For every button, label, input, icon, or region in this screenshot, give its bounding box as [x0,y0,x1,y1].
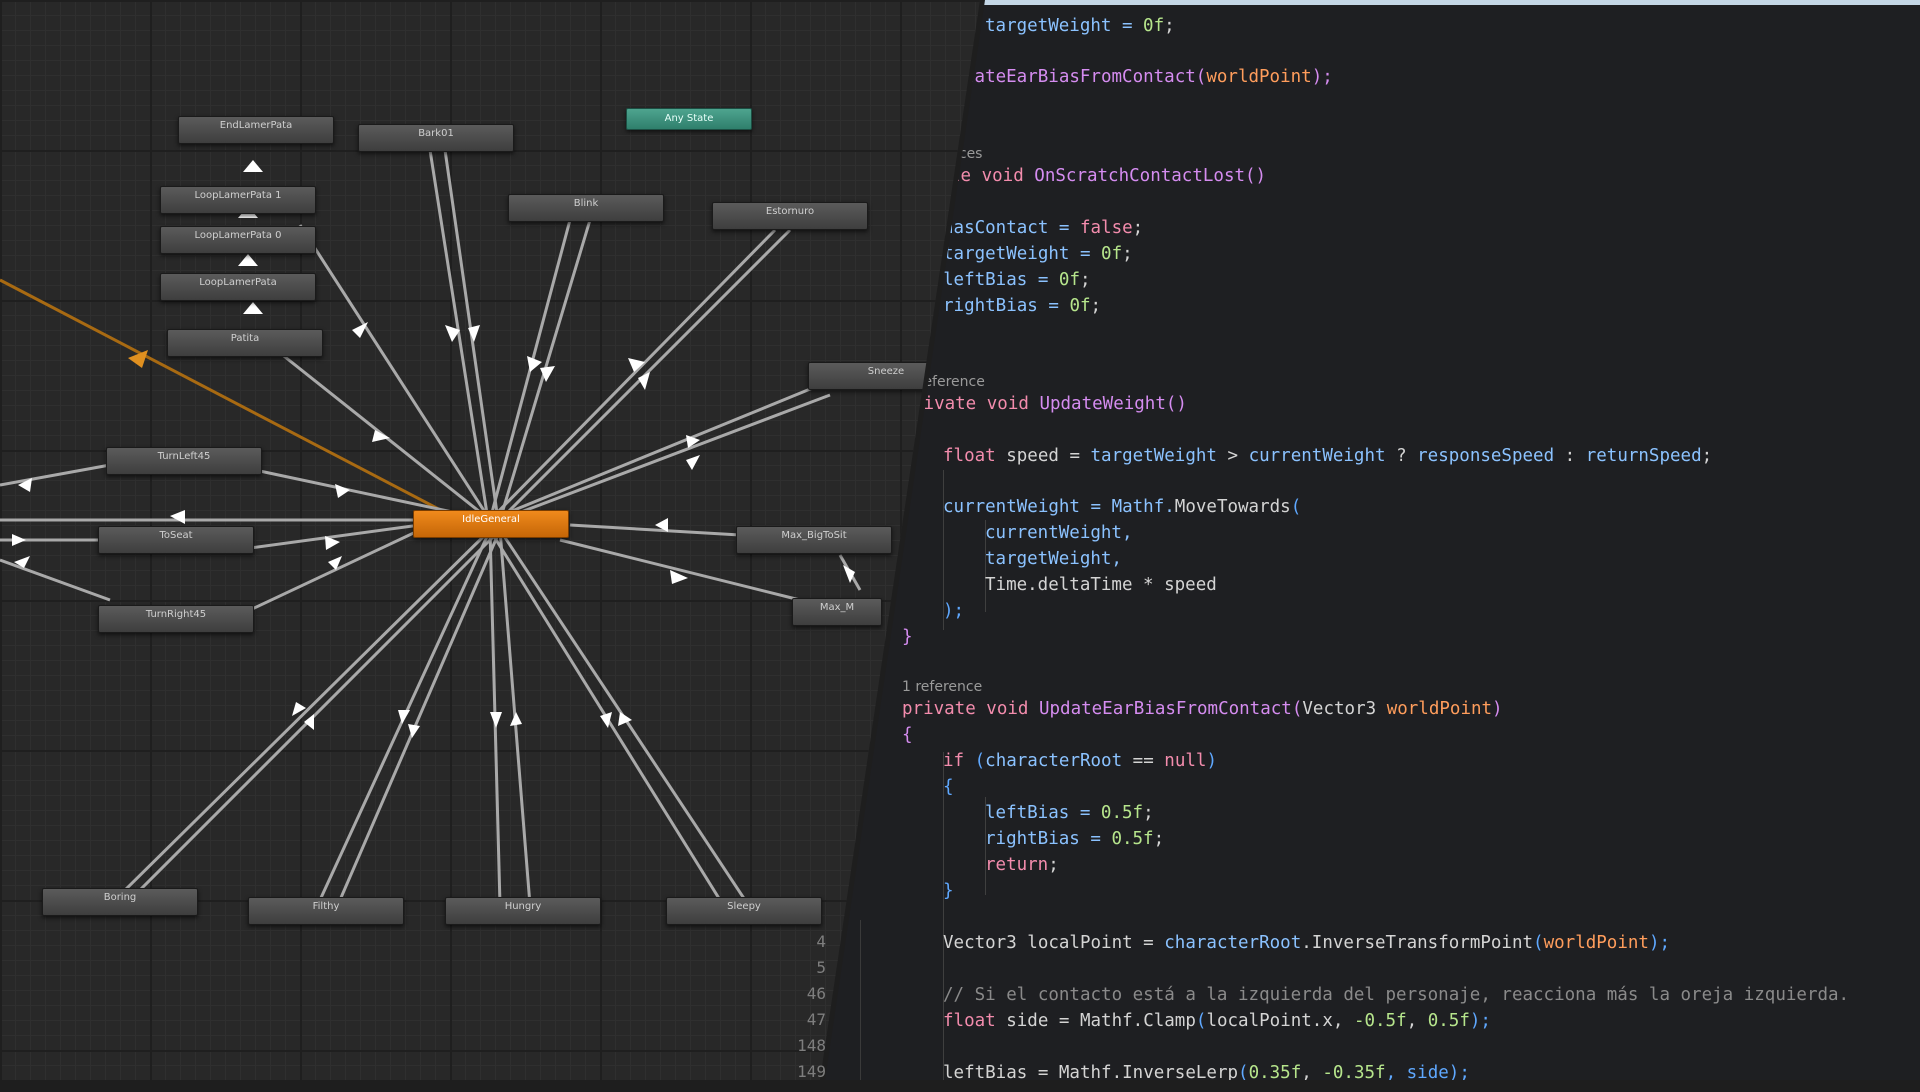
code-line[interactable]: leftBias = Mathf.InverseLerp(0.35f, -0.3… [943,1063,1470,1080]
state-node[interactable]: LoopLamerPata 0 [160,226,316,254]
state-node[interactable]: Patita [167,329,323,357]
editor-top-accent-bar [980,0,1920,5]
code-line[interactable]: } [943,881,954,901]
code-line[interactable]: float speed = targetWeight > currentWeig… [943,446,1712,466]
state-node[interactable]: Bark01 [358,124,514,152]
code-line[interactable]: targetWeight = 0f; [985,16,1175,36]
codelens-references[interactable]: reference [918,374,985,390]
state-node[interactable]: Boring [42,888,198,916]
code-line[interactable]: rightBias = 0.5f; [985,829,1164,849]
code-line[interactable]: targetWeight, [985,549,1122,569]
entry-state-node[interactable]: IdleGeneral [413,510,569,538]
state-node[interactable]: Blink [508,194,664,222]
code-line[interactable]: private void UpdateEarBiasFromContact(Ve… [902,699,1503,719]
gutter-divider [860,920,861,1080]
line-number: 5 [816,958,826,977]
code-line[interactable]: float side = Mathf.Clamp(localPoint.x, -… [943,1011,1491,1031]
state-node[interactable]: Hungry [445,897,601,925]
state-node[interactable]: ToSeat [98,526,254,554]
codelens-references[interactable]: 1 reference [902,679,982,695]
code-line[interactable]: targetWeight = 0f; [943,244,1133,264]
code-line[interactable]: currentWeight = Mathf.MoveTowards( [943,497,1301,517]
code-line[interactable]: { [902,725,913,745]
indent-guide [943,752,944,1080]
code-line[interactable]: rivate void UpdateWeight() [913,394,1187,414]
code-line[interactable]: } [902,627,913,647]
code-line[interactable]: if (characterRoot == null) [943,751,1217,771]
state-node[interactable]: TurnRight45 [98,605,254,633]
line-number: 148 [797,1036,826,1055]
code-line[interactable]: rightBias = 0f; [943,296,1101,316]
code-line[interactable]: Vector3 localPoint = characterRoot.Inver… [943,933,1670,953]
state-node[interactable]: EndLamerPata [178,116,334,144]
code-line[interactable]: Time.deltaTime * speed [985,575,1217,595]
code-line[interactable]: ); [943,601,964,621]
line-number: 47 [806,1010,826,1029]
code-line[interactable]: dateEarBiasFromContact(worldPoint); [964,67,1333,87]
code-comment[interactable]: // Si el contacto está a la izquierda de… [943,985,1849,1005]
code-line[interactable]: hasContact = false; [943,218,1143,238]
line-number-gutter: 4 5 46 47 148 149 [780,0,826,1081]
code-line[interactable]: currentWeight, [985,523,1133,543]
state-node[interactable]: Filthy [248,897,404,925]
line-number: 149 [797,1062,826,1081]
code-line[interactable]: leftBias = 0.5f; [985,803,1154,823]
line-number: 46 [806,984,826,1003]
code-line[interactable]: te void OnScratchContactLost() [950,166,1266,186]
state-node[interactable]: TurnLeft45 [106,447,262,475]
state-node[interactable]: LoopLamerPata [160,273,316,301]
code-line[interactable]: leftBias = 0f; [943,270,1091,290]
code-line[interactable]: return; [985,855,1059,875]
any-state-node[interactable]: Any State [626,108,752,130]
state-node[interactable]: LoopLamerPata 1 [160,186,316,214]
line-number: 4 [816,932,826,951]
code-line[interactable]: { [943,777,954,797]
